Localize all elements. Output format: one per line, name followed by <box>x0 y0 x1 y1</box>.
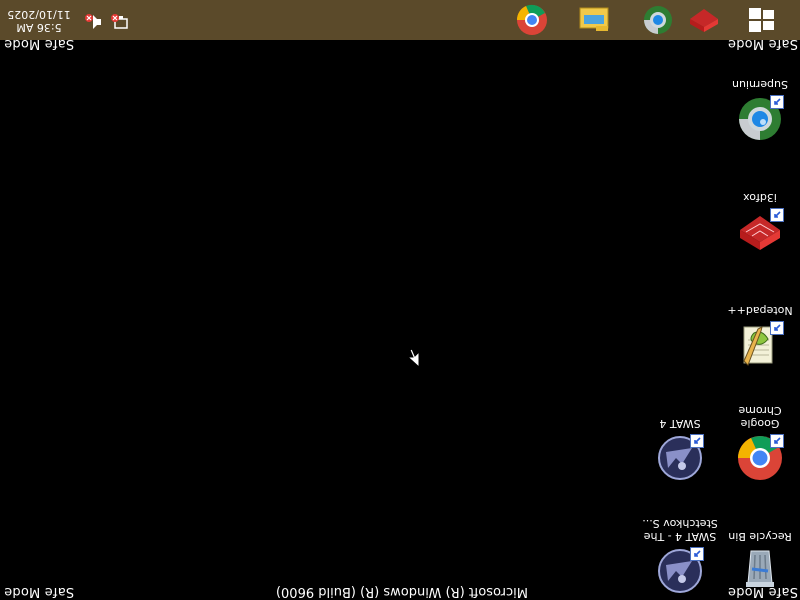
desktop-icon-label: Notepad++ <box>727 304 793 317</box>
desktop-icon-swat4[interactable]: SWAT 4 <box>642 417 718 482</box>
chrome-icon <box>736 434 784 482</box>
desktop-icon-label: SWAT 4 <box>659 417 701 430</box>
build-watermark: Microsoft (R) Windows (R) (Build 9600) <box>275 584 528 599</box>
clock-time: 5:36 AM <box>16 21 62 34</box>
desktop-icon-label: i3dfox <box>743 191 777 204</box>
desktop-icon-label: Google Chrome <box>738 404 782 430</box>
superniun-icon <box>644 6 672 34</box>
swat4-icon <box>656 547 704 595</box>
recycle-bin-icon <box>736 547 784 595</box>
taskbar-superniun[interactable] <box>642 4 674 36</box>
file-explorer-icon <box>579 7 609 31</box>
desktop-icon-superniun[interactable]: Superniun <box>722 78 798 143</box>
desktop-icon-label: Recycle Bin <box>728 530 792 543</box>
desktop-icon-recycle-bin[interactable]: Recycle Bin <box>722 530 798 595</box>
desktop-icon-google-chrome[interactable]: Google Chrome <box>722 404 798 482</box>
shortcut-arrow-icon <box>690 434 704 448</box>
clock[interactable]: 5:36 AM 11/10/2025 <box>4 8 74 34</box>
start-button[interactable] <box>746 4 778 36</box>
taskbar-chrome[interactable] <box>516 4 548 36</box>
shortcut-arrow-icon <box>770 434 784 448</box>
i3dfox-icon <box>736 208 784 256</box>
notepad-plus-plus-icon <box>736 321 784 369</box>
taskbar-i3dfox[interactable] <box>688 4 720 36</box>
taskbar-file-explorer[interactable] <box>578 4 610 36</box>
taskbar: 5:36 AM 11/10/2025 <box>0 0 800 40</box>
volume-status[interactable] <box>84 12 104 32</box>
shortcut-arrow-icon <box>770 208 784 222</box>
desktop-icon-i3dfox[interactable]: i3dfox <box>722 191 798 256</box>
network-error-icon <box>111 14 128 29</box>
volume-muted-icon <box>85 14 101 29</box>
chrome-icon <box>516 4 547 35</box>
clock-date: 11/10/2025 <box>7 8 71 21</box>
shortcut-arrow-icon <box>690 547 704 561</box>
safe-mode-label-top-right: Safe Mode <box>4 584 75 599</box>
desktop-icon-notepad-plus-plus[interactable]: Notepad++ <box>722 304 798 369</box>
shortcut-arrow-icon <box>770 95 784 109</box>
i3dfox-icon <box>690 9 718 32</box>
desktop-icon-swat4-stetchkov[interactable]: SWAT 4 - The Stetchkov S... <box>642 517 718 595</box>
network-status[interactable] <box>110 12 130 32</box>
desktop-icon-label: SWAT 4 - The Stetchkov S... <box>642 517 718 543</box>
superniun-icon <box>736 95 784 143</box>
desktop-screen: Safe Mode Safe Mode Safe Mode Safe Mode … <box>0 0 800 600</box>
start-windows-icon <box>749 8 774 32</box>
shortcut-arrow-icon <box>770 321 784 335</box>
swat4-icon <box>656 434 704 482</box>
desktop-icon-label: Superniun <box>732 78 789 91</box>
mouse-cursor-icon <box>406 344 420 369</box>
